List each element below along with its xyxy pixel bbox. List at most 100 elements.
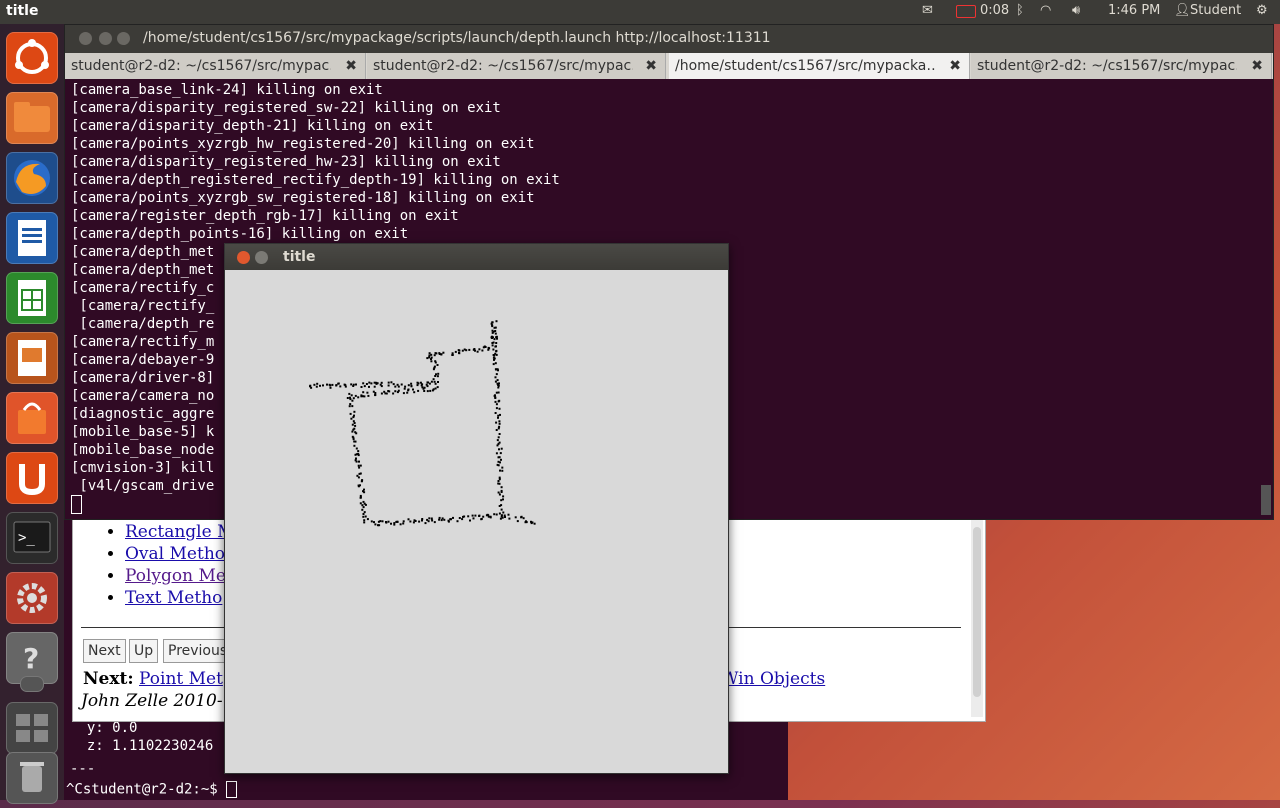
close-tab-icon[interactable]: ✖ xyxy=(949,53,961,79)
previous-button[interactable]: Previous xyxy=(163,639,233,663)
tab-2[interactable]: student@r2-d2: ~/cs1567/src/mypac… ✖ xyxy=(367,53,666,79)
close-icon[interactable] xyxy=(237,251,250,264)
firefox-icon[interactable] xyxy=(6,152,58,204)
scan-point xyxy=(498,433,501,435)
volume-icon[interactable]: 🔊︎ xyxy=(1072,3,1080,18)
scan-point xyxy=(458,517,461,519)
tab-3[interactable]: /home/student/cs1567/src/mypacka… ✖ xyxy=(669,53,970,79)
scan-point xyxy=(514,516,517,519)
close-tab-icon[interactable]: ✖ xyxy=(345,53,357,79)
files-icon[interactable] xyxy=(6,92,58,144)
terminal-line: [camera/depth_points-16] killing on exit xyxy=(71,226,409,242)
launcher: >_ ? xyxy=(0,24,65,804)
link-rectangle-methods[interactable]: Rectangle M xyxy=(125,522,235,542)
scan-point xyxy=(353,440,356,443)
tab-4[interactable]: student@r2-d2: ~/cs1567/src/mypac… ✖ xyxy=(971,53,1272,79)
writer-icon[interactable] xyxy=(6,212,58,264)
scrollbar-thumb[interactable] xyxy=(973,527,981,697)
next-button[interactable]: Next xyxy=(83,639,126,663)
cursor xyxy=(226,781,238,798)
scan-point xyxy=(436,386,439,389)
maximize-icon[interactable] xyxy=(117,32,130,45)
scan-point xyxy=(400,383,403,386)
scan-point xyxy=(363,521,366,524)
scan-point xyxy=(378,524,381,527)
scan-point xyxy=(499,469,501,472)
minimize-icon[interactable] xyxy=(255,251,268,264)
scan-point xyxy=(436,375,439,378)
scan-point xyxy=(430,360,433,363)
scan-point xyxy=(487,348,490,351)
scan-point xyxy=(502,498,504,501)
calc-icon[interactable] xyxy=(6,272,58,324)
tab-1[interactable]: student@r2-d2: ~/cs1567/src/mypac… ✖ xyxy=(65,53,366,79)
trash-icon[interactable] xyxy=(6,752,58,804)
bluetooth-icon[interactable]: ᛒ xyxy=(1016,3,1024,18)
scrollbar[interactable] xyxy=(1261,485,1271,515)
wifi-icon[interactable]: ◠ xyxy=(1040,3,1051,18)
scan-point xyxy=(435,373,437,376)
impress-icon[interactable] xyxy=(6,332,58,384)
scan-point xyxy=(500,458,502,461)
clock[interactable]: 1:46 PM xyxy=(1108,3,1160,18)
workspace-switcher-icon[interactable] xyxy=(6,702,58,754)
gear-icon[interactable]: ⚙ xyxy=(1256,3,1268,18)
scan-point xyxy=(495,407,498,410)
scan-point xyxy=(414,520,417,522)
link-polygon-methods[interactable]: Polygon Me xyxy=(125,566,226,586)
close-tab-icon[interactable]: ✖ xyxy=(1251,53,1263,79)
link-oval-methods[interactable]: Oval Metho xyxy=(125,544,225,564)
battery-icon[interactable] xyxy=(956,5,976,18)
minimize-icon[interactable] xyxy=(99,32,112,45)
terminal-icon[interactable]: >_ xyxy=(6,512,58,564)
scan-point xyxy=(376,382,379,385)
scan-point xyxy=(498,493,501,496)
link-point-methods[interactable]: Point Met xyxy=(139,669,223,689)
close-icon[interactable] xyxy=(79,32,92,45)
terminal-line: --- xyxy=(70,761,96,777)
scan-point xyxy=(367,394,370,397)
link-win-objects[interactable]: Win Objects xyxy=(721,669,825,689)
scan-point xyxy=(349,403,352,406)
scan-point xyxy=(350,383,353,386)
scan-point xyxy=(370,520,373,523)
scan-point xyxy=(418,520,421,523)
scan-point xyxy=(495,391,498,394)
up-button[interactable]: Up xyxy=(129,639,159,663)
scan-point xyxy=(434,361,437,364)
scan-point xyxy=(497,400,500,403)
scan-point xyxy=(433,354,436,357)
scan-point xyxy=(495,350,498,353)
link-text-methods[interactable]: Text Metho xyxy=(125,588,222,608)
scan-point xyxy=(355,383,357,386)
battery-time[interactable]: 0:08 xyxy=(980,3,1009,18)
system-settings-icon[interactable] xyxy=(6,572,58,624)
scan-point xyxy=(339,385,342,388)
scan-point xyxy=(498,505,501,507)
scan-point xyxy=(498,407,501,410)
scan-point xyxy=(494,412,497,414)
close-tab-icon[interactable]: ✖ xyxy=(645,53,657,79)
minimized-window-icon[interactable] xyxy=(20,676,44,692)
scan-point xyxy=(361,479,363,482)
scan-point xyxy=(313,383,316,386)
scan-point xyxy=(357,454,360,457)
mail-icon[interactable]: ✉ xyxy=(922,3,933,18)
scan-point xyxy=(474,514,477,517)
software-center-icon[interactable] xyxy=(6,392,58,444)
scan-point xyxy=(525,521,528,524)
scan-point xyxy=(496,337,498,340)
scan-point xyxy=(322,384,324,387)
ubuntu-dash-icon[interactable] xyxy=(6,32,58,84)
graphics-titlebar[interactable]: title xyxy=(225,244,728,270)
ubuntu-one-icon[interactable] xyxy=(6,452,58,504)
scrollbar[interactable] xyxy=(971,517,983,717)
scan-point xyxy=(440,353,443,356)
terminal-prompt[interactable]: ^Cstudent@r2-d2:~$ xyxy=(66,781,238,798)
user-name[interactable]: Student xyxy=(1190,3,1241,18)
scan-point xyxy=(368,381,371,384)
graphics-window[interactable]: title xyxy=(224,243,729,774)
terminal-titlebar[interactable]: /home/student/cs1567/src/mypackage/scrip… xyxy=(65,25,1273,53)
scan-point xyxy=(497,391,500,394)
scan-point xyxy=(360,386,363,388)
